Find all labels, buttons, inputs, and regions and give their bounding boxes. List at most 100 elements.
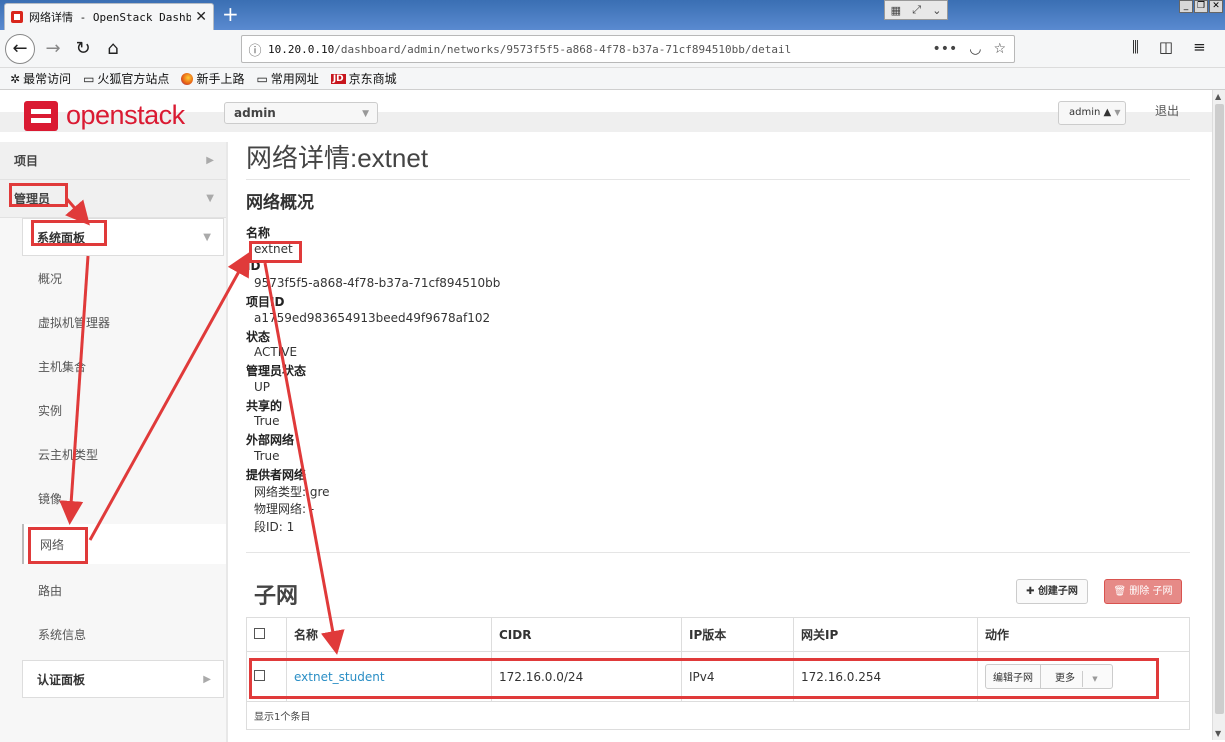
- forward-button[interactable]: →: [38, 34, 68, 64]
- field-shared-value: True: [254, 414, 280, 428]
- logout-link[interactable]: 退出: [1155, 102, 1179, 119]
- close-tab-icon[interactable]: ✕: [195, 9, 207, 25]
- grid-icon[interactable]: ▦: [891, 4, 901, 17]
- field-admin-state-value: UP: [254, 380, 271, 394]
- sidebar-item-images[interactable]: 镜像: [22, 478, 226, 518]
- project-selector[interactable]: admin ▼: [224, 102, 378, 124]
- bookmark-getting-started[interactable]: 新手上路: [181, 70, 244, 87]
- minimize-icon[interactable]: _: [1179, 0, 1193, 13]
- trash-icon: 🗑: [1113, 586, 1130, 597]
- col-cidr[interactable]: CIDR: [491, 617, 682, 652]
- folder-icon: ▭: [256, 71, 268, 86]
- col-gateway[interactable]: 网关IP: [793, 617, 978, 652]
- page-content: openstack admin ▼ admin ▲ ▼ 退出 项目 ▶ 管理员 ▼ …: [0, 90, 1212, 742]
- bookmarks-bar: ✲ 最常访问 ▭ 火狐官方站点 新手上路 ▭ 常用网址 JD 京东商城: [0, 68, 1225, 90]
- field-name-term: 名称: [246, 226, 271, 240]
- page-scrollbar[interactable]: ▲ ▼: [1212, 90, 1225, 740]
- select-all-checkbox[interactable]: [254, 627, 265, 639]
- annotation-box-networks: [28, 527, 88, 564]
- plus-icon: ✚: [1026, 586, 1038, 597]
- chevron-right-icon: ▶: [203, 673, 211, 685]
- col-ip-version[interactable]: IP版本: [681, 617, 794, 652]
- url-path: /dashboard/admin/networks/9573f5f5-a868-…: [334, 42, 792, 56]
- table-footer-count: 显示1个条目: [246, 701, 1190, 730]
- url-host: 10.20.0.10: [268, 42, 335, 56]
- back-button[interactable]: ←: [5, 34, 35, 64]
- field-project-id-term: 项目ID: [246, 295, 285, 309]
- openstack-header: openstack admin ▼ admin ▲ ▼ 退出: [0, 90, 1212, 132]
- annotation-box-system-panel: [31, 220, 107, 246]
- field-provider-term: 提供者网络: [246, 468, 307, 482]
- page-title: 网络详情:extnet: [246, 143, 429, 173]
- menu-icon[interactable]: ≡: [1193, 38, 1206, 56]
- close-window-icon[interactable]: ✕: [1209, 0, 1223, 13]
- sidebar-item-hypervisors[interactable]: 虚拟机管理器: [22, 302, 226, 342]
- create-subnet-button[interactable]: ✚ 创建子网: [1016, 579, 1088, 604]
- screen-capture-toolbar[interactable]: ▦ ⤢ ⌄: [884, 0, 948, 20]
- scrollbar-thumb[interactable]: [1215, 104, 1224, 714]
- firefox-icon: [181, 72, 194, 85]
- bookmark-firefox-site[interactable]: ▭ 火狐官方站点: [83, 70, 169, 87]
- sidebar-toggle-icon[interactable]: ◫: [1159, 38, 1173, 56]
- gear-icon: ✲: [10, 71, 21, 86]
- browser-tab[interactable]: 网络详情 - OpenStack Dashboa ✕: [4, 3, 214, 30]
- provider-network-type: 网络类型: gre: [254, 485, 330, 499]
- provider-segment-id: 段ID: 1: [254, 520, 295, 534]
- reload-button[interactable]: ↻: [68, 34, 98, 64]
- bookmark-star-icon[interactable]: ☆: [993, 41, 1006, 57]
- field-external-term: 外部网络: [246, 433, 295, 447]
- sidebar-item-routers[interactable]: 路由: [22, 570, 226, 610]
- annotation-box-subnet-row: [249, 658, 1159, 699]
- page-info-icon[interactable]: ⓘ: [242, 40, 268, 59]
- table-header-row: 名称 CIDR IP版本 网关IP 动作: [246, 617, 1190, 652]
- caret-down-icon: ▼: [1114, 108, 1121, 117]
- restore-icon[interactable]: ❐: [1194, 0, 1208, 13]
- chevron-down-icon[interactable]: ⌄: [932, 4, 941, 17]
- pocket-icon[interactable]: ◡: [969, 41, 981, 57]
- browser-nav-bar: ← → ↻ ⌂ ⓘ 10.20.0.10/dashboard/admin/net…: [0, 30, 1225, 68]
- openstack-logo-icon: [24, 100, 58, 131]
- chevron-right-icon: ▶: [206, 155, 214, 166]
- tab-title: 网络详情 - OpenStack Dashboa: [29, 11, 192, 24]
- provider-physical-network: 物理网络: -: [254, 502, 315, 516]
- browser-tab-bar: 网络详情 - OpenStack Dashboa ✕ + ▦ ⤢ ⌄ _ ❐ ✕: [0, 0, 1225, 30]
- sidebar-item-flavors[interactable]: 云主机类型: [22, 434, 226, 474]
- annotation-box-network-name: [249, 241, 302, 263]
- sidebar-item-system-info[interactable]: 系统信息: [22, 614, 226, 654]
- sidebar-item-overview[interactable]: 概况: [22, 258, 226, 298]
- bookmark-most-visited[interactable]: ✲ 最常访问: [10, 70, 71, 87]
- sidebar-item-instances[interactable]: 实例: [22, 390, 226, 430]
- home-button[interactable]: ⌂: [98, 34, 128, 64]
- caret-down-icon: ▼: [362, 109, 369, 119]
- sidebar-project[interactable]: 项目 ▶: [0, 142, 226, 180]
- jd-icon: JD: [330, 73, 346, 84]
- chevron-down-icon: ▼: [206, 193, 214, 204]
- field-project-id-value: a1759ed983654913beed49f9678af102: [254, 311, 491, 325]
- openstack-favicon-icon: [11, 11, 23, 23]
- field-external-value: True: [254, 449, 280, 463]
- chevron-down-icon: ▼: [203, 231, 211, 243]
- field-admin-state-term: 管理员状态: [246, 364, 307, 378]
- col-name[interactable]: 名称: [286, 617, 492, 652]
- delete-subnet-button[interactable]: 🗑 删除 子网: [1104, 579, 1182, 604]
- sidebar-item-host-aggregates[interactable]: 主机集合: [22, 346, 226, 386]
- field-status-value: ACTIVE: [254, 345, 298, 359]
- new-tab-button[interactable]: +: [222, 3, 239, 25]
- openstack-logo[interactable]: openstack: [24, 100, 185, 131]
- url-bar[interactable]: ⓘ 10.20.0.10/dashboard/admin/networks/95…: [241, 35, 1015, 63]
- expand-icon[interactable]: ⤢: [912, 3, 921, 17]
- bookmark-common-sites[interactable]: ▭ 常用网址: [256, 70, 318, 87]
- col-actions: 动作: [977, 617, 1190, 652]
- scroll-up-icon[interactable]: ▲: [1215, 92, 1224, 101]
- url-text[interactable]: 10.20.0.10/dashboard/admin/networks/9573…: [268, 43, 932, 56]
- bookmark-jd[interactable]: JD 京东商城: [330, 70, 397, 87]
- sidebar-identity-panel[interactable]: 认证面板 ▶: [22, 660, 224, 698]
- user-menu[interactable]: admin ▲ ▼: [1058, 101, 1126, 125]
- scroll-down-icon[interactable]: ▼: [1215, 729, 1224, 738]
- folder-icon: ▭: [83, 71, 95, 86]
- annotation-box-admin: [9, 183, 68, 207]
- window-controls: _ ❐ ✕: [1179, 0, 1223, 13]
- library-icon[interactable]: ⫼: [1132, 38, 1139, 56]
- page-actions-icon[interactable]: •••: [932, 41, 957, 57]
- field-shared-term: 共享的: [246, 399, 283, 413]
